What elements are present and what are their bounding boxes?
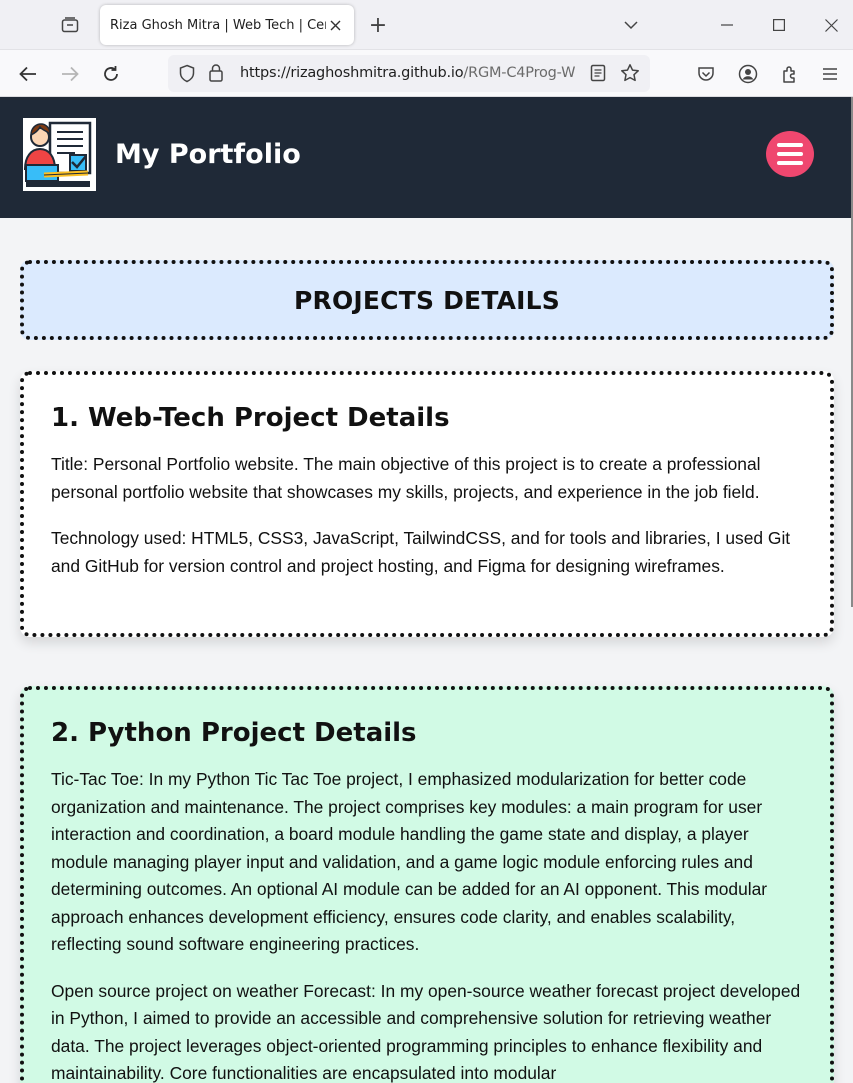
- reload-icon[interactable]: [97, 60, 125, 88]
- new-tab-button[interactable]: +: [366, 13, 390, 38]
- back-arrow-icon[interactable]: [14, 60, 42, 88]
- developer-avatar-icon[interactable]: [22, 117, 97, 192]
- address-bar[interactable]: https://rizaghoshmitra.github.io/RGM-C4P…: [168, 55, 650, 92]
- web-page: My Portfolio PROJECTS DETAILS 1. Web-Tec…: [0, 97, 853, 1083]
- menu-bar: [777, 143, 803, 147]
- maximize-icon[interactable]: [764, 10, 794, 40]
- project-paragraph: Tic-Tac Toe: In my Python Tic Tac Toe pr…: [51, 769, 768, 954]
- url-host: https://rizaghoshmitra.github.io: [240, 65, 464, 81]
- forward-arrow-icon[interactable]: [56, 60, 84, 88]
- projects-heading-card: PROJECTS DETAILS: [20, 260, 834, 340]
- menu-toggle-button[interactable]: [766, 131, 814, 177]
- project-card-web-tech: 1. Web-Tech Project Details Title: Perso…: [20, 371, 834, 637]
- project-card-python: 2. Python Project Details Tic-Tac Toe: I…: [20, 686, 834, 1083]
- close-icon[interactable]: [326, 16, 344, 34]
- browser-tab-bar: Riza Ghosh Mitra | Web Tech | Cert +: [0, 0, 853, 50]
- shield-icon[interactable]: [178, 64, 196, 88]
- menu-bar: [777, 152, 803, 156]
- chevron-down-icon[interactable]: [616, 10, 646, 40]
- minimize-icon[interactable]: [712, 10, 742, 40]
- page-title: PROJECTS DETAILS: [293, 285, 561, 315]
- project-paragraph: Technology used: HTML5, CSS3, JavaScript…: [51, 528, 791, 576]
- project-title: 2. Python Project Details: [51, 718, 417, 748]
- url-text[interactable]: https://rizaghoshmitra.github.io/RGM-C4P…: [240, 65, 580, 81]
- browser-tab[interactable]: Riza Ghosh Mitra | Web Tech | Cert: [100, 5, 354, 45]
- window-close-icon[interactable]: [816, 10, 846, 40]
- account-icon[interactable]: [734, 60, 762, 88]
- menu-bar: [777, 161, 803, 165]
- tab-list-icon[interactable]: [56, 13, 84, 37]
- project-title: 1. Web-Tech Project Details: [51, 403, 450, 433]
- lock-icon[interactable]: [208, 63, 224, 87]
- tab-title: Riza Ghosh Mitra | Web Tech | Cert: [110, 17, 326, 33]
- extensions-icon[interactable]: [776, 60, 804, 88]
- site-header: My Portfolio: [0, 97, 853, 218]
- site-title[interactable]: My Portfolio: [115, 139, 301, 170]
- pocket-icon[interactable]: [692, 60, 720, 88]
- browser-navigation-bar: https://rizaghoshmitra.github.io/RGM-C4P…: [0, 50, 853, 97]
- project-paragraph: Title: Personal Portfolio website. The m…: [51, 454, 761, 502]
- bookmark-star-icon[interactable]: [620, 63, 640, 88]
- reader-view-icon[interactable]: [590, 64, 606, 87]
- project-paragraph: Open source project on weather Forecast:…: [51, 980, 801, 1083]
- hamburger-menu-icon[interactable]: [816, 60, 844, 88]
- url-path: /RGM-C4Prog-W: [463, 65, 576, 81]
